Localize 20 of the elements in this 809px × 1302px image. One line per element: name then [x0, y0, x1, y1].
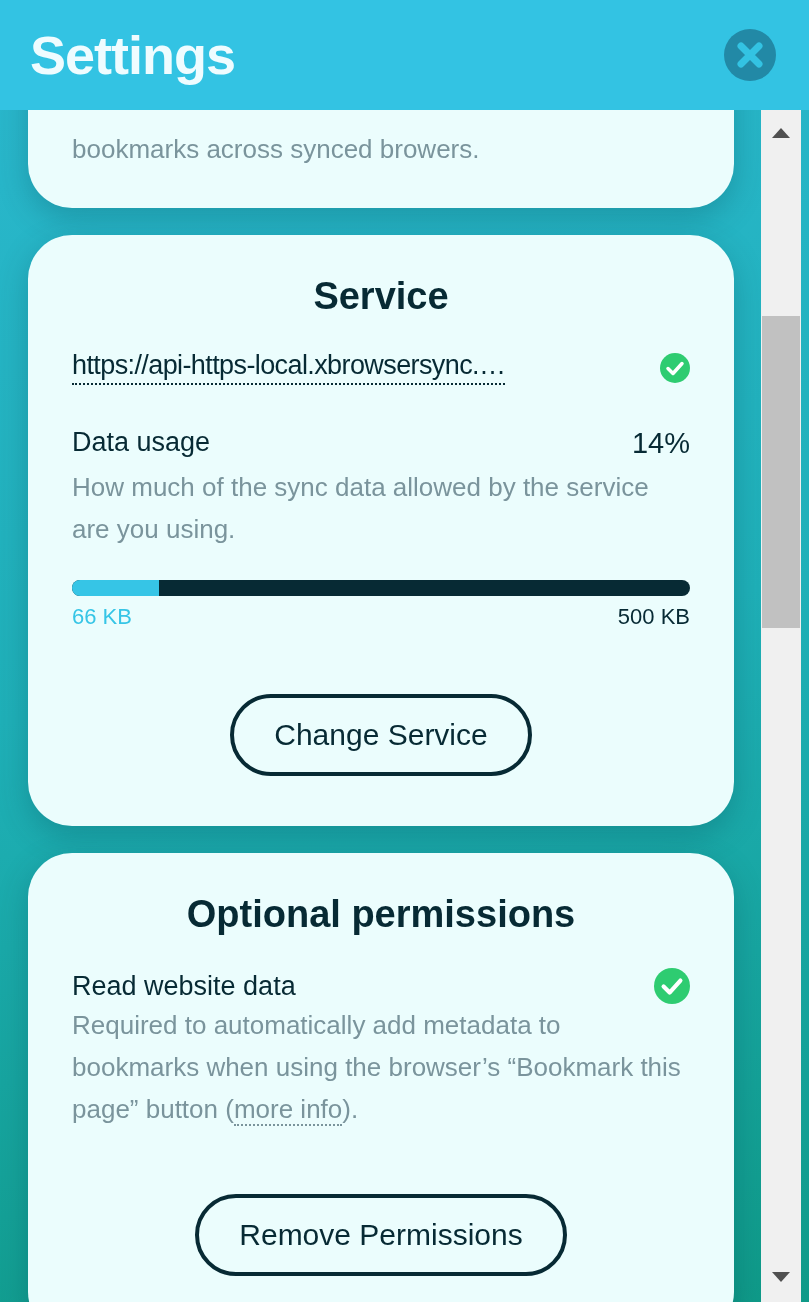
remove-permissions-button[interactable]: Remove Permissions: [195, 1194, 567, 1276]
service-url-link[interactable]: https://api-https-local.xbrowsersync.…: [72, 350, 506, 385]
setting-description: How much of the sync data allowed by the service are you using.: [72, 471, 650, 546]
card-title: Optional permissions: [185, 893, 577, 936]
card-title: Service: [312, 275, 450, 318]
scroll-thumb[interactable]: [762, 316, 800, 628]
used-amount: 66 KB: [72, 604, 132, 630]
setting-description: Required to automatically add metadata to bookmarks when using the browser’s “Bookmark this page” button (more info).: [72, 1009, 682, 1128]
close-button[interactable]: [724, 29, 776, 81]
scrollbar[interactable]: [761, 110, 801, 1302]
setting-label: Read website data: [72, 970, 296, 1002]
usage-percent: 14%: [631, 427, 690, 460]
setting-description: bookmarks across synced browers.: [72, 133, 481, 166]
total-amount: 500 KB: [617, 604, 690, 630]
setting-label: Data usage: [72, 427, 211, 458]
change-service-button[interactable]: Change Service: [230, 694, 532, 776]
window-title: Settings: [30, 24, 236, 86]
close-icon: [724, 29, 776, 81]
scroll-down-icon[interactable]: [772, 1272, 790, 1282]
scroll-up-icon[interactable]: [772, 128, 790, 138]
